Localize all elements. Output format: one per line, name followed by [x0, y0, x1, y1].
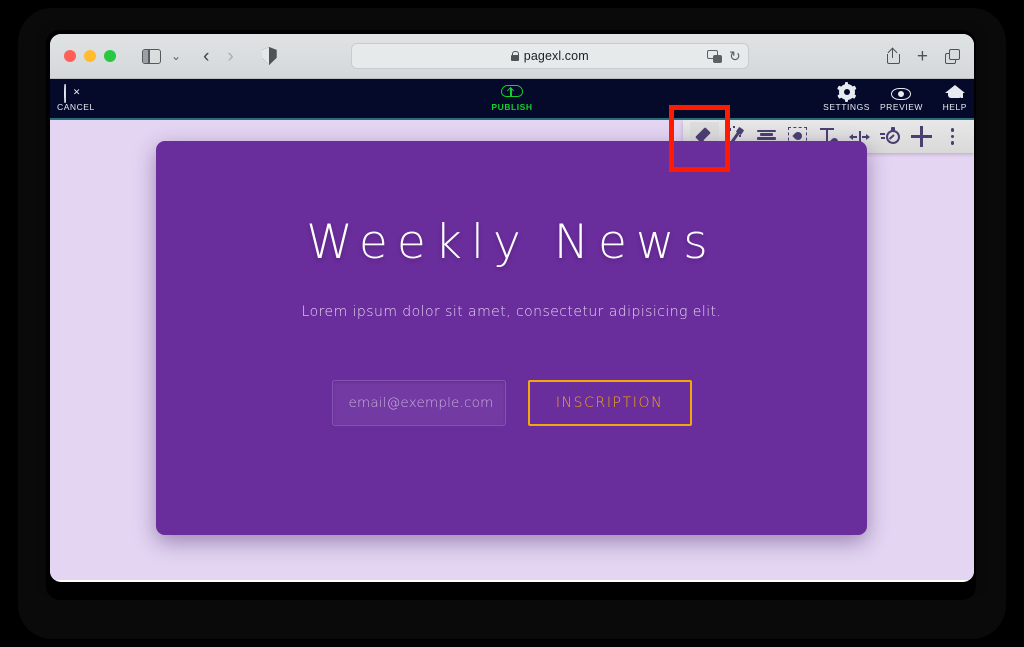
delete-backspace-icon: ✕ — [63, 83, 88, 103]
help-label: HELP — [942, 102, 967, 112]
browser-window: ⌄ ‹ › pagexl.com ↻ + ✕ CANCEL PUBLISH SE… — [50, 34, 974, 582]
email-input[interactable]: email@exemple.com — [331, 380, 506, 426]
publish-button[interactable]: PUBLISH — [477, 83, 547, 112]
page-title[interactable]: Weekly News — [156, 215, 867, 270]
minimize-window-button[interactable] — [84, 50, 96, 62]
inscription-button[interactable]: INSCRIPTION — [527, 380, 692, 426]
kebab-menu-icon — [950, 127, 955, 146]
tab-overview-icon[interactable] — [944, 48, 960, 64]
url-text: pagexl.com — [523, 49, 589, 63]
app-header: ✕ CANCEL PUBLISH SETTINGS PREVIEW HELP — [50, 79, 974, 120]
site-canvas: Weekly News Lorem ipsum dolor sit amet, … — [50, 120, 974, 580]
settings-label: SETTINGS — [823, 102, 870, 112]
graduation-cap-icon — [944, 83, 965, 100]
preview-label: PREVIEW — [879, 102, 923, 112]
address-bar[interactable]: pagexl.com ↻ — [350, 43, 749, 69]
shield-icon[interactable] — [261, 47, 277, 65]
forward-button[interactable]: › — [227, 47, 233, 66]
chevron-down-icon[interactable]: ⌄ — [171, 49, 181, 63]
eye-icon — [891, 83, 912, 100]
cancel-label: CANCEL — [57, 102, 95, 112]
inscription-label: INSCRIPTION — [555, 395, 664, 411]
signup-form: email@exemple.com INSCRIPTION — [156, 380, 867, 426]
help-button[interactable]: HELP — [943, 83, 967, 112]
cloud-upload-icon — [500, 83, 524, 100]
hero-subtitle[interactable]: Lorem ipsum dolor sit amet, consectetur … — [156, 304, 867, 320]
settings-button[interactable]: SETTINGS — [823, 82, 870, 112]
share-icon[interactable] — [886, 47, 900, 64]
stopwatch-icon — [880, 127, 901, 146]
new-tab-button[interactable]: + — [917, 47, 928, 66]
plus-icon — [911, 126, 932, 147]
publish-label: PUBLISH — [491, 102, 533, 112]
window-traffic-lights[interactable] — [64, 50, 116, 62]
browser-toolbar: ⌄ ‹ › pagexl.com ↻ + — [50, 34, 974, 79]
gear-icon — [836, 82, 857, 102]
lock-icon — [510, 51, 520, 61]
cancel-button[interactable]: ✕ CANCEL — [57, 83, 95, 112]
close-window-button[interactable] — [64, 50, 76, 62]
reload-icon[interactable]: ↻ — [729, 48, 741, 65]
sidebar-toggle-icon[interactable] — [142, 48, 161, 64]
hero-section[interactable]: Weekly News Lorem ipsum dolor sit amet, … — [156, 141, 867, 535]
back-button[interactable]: ‹ — [203, 47, 209, 66]
email-placeholder: email@exemple.com — [348, 395, 494, 411]
preview-button[interactable]: PREVIEW — [880, 83, 923, 112]
zoom-window-button[interactable] — [104, 50, 116, 62]
add-element-button[interactable] — [907, 122, 936, 151]
translate-icon[interactable] — [707, 49, 723, 63]
more-options-button[interactable] — [938, 122, 967, 151]
animation-tool-button[interactable] — [876, 122, 905, 151]
